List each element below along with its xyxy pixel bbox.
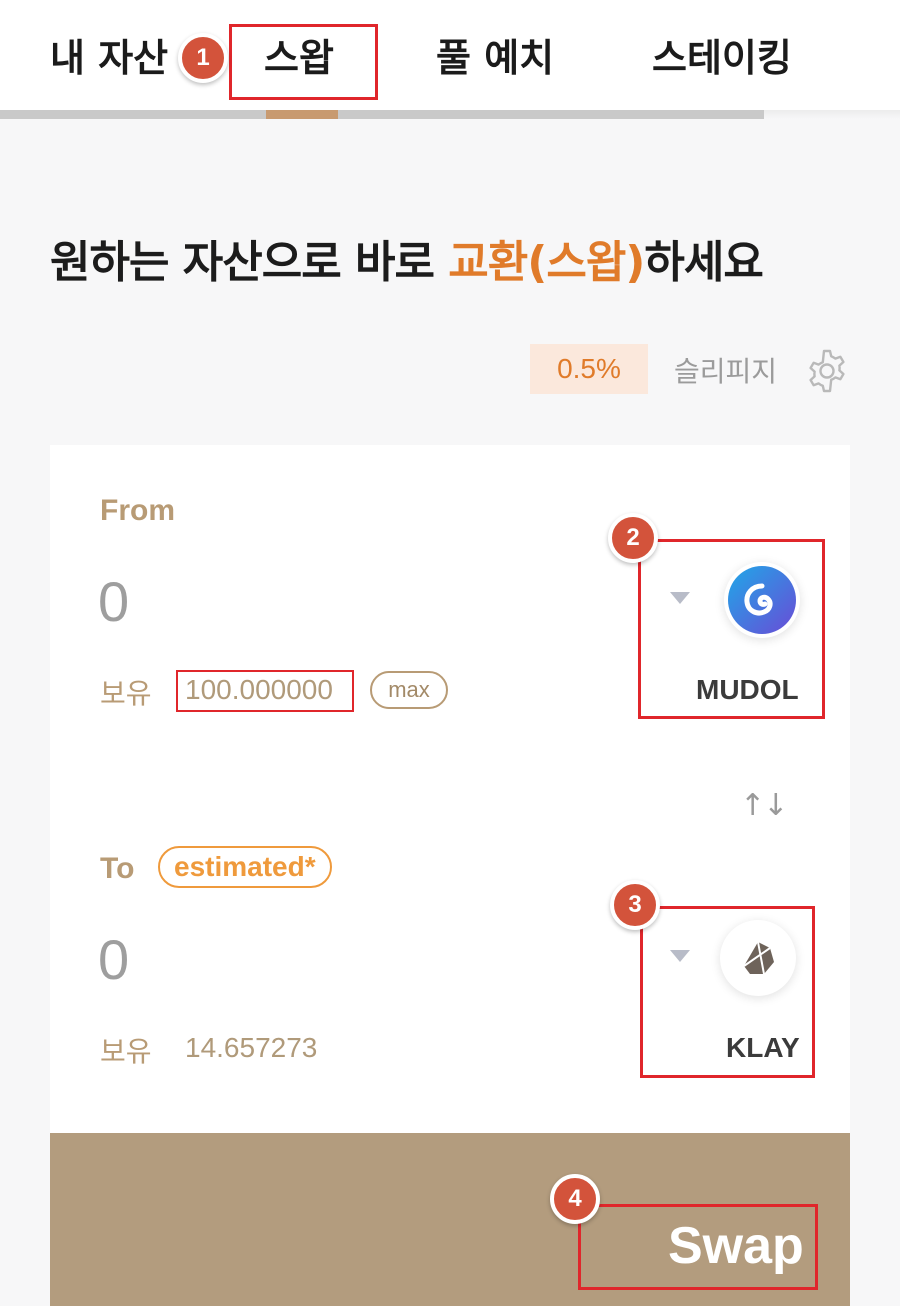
annotation-badge-2: 2	[608, 513, 658, 563]
swap-button-label: Swap	[668, 1217, 804, 1275]
tab-pool-deposit[interactable]: 풀 예치	[436, 30, 554, 86]
top-nav: 내 자산 스왑 풀 예치 스테이킹	[0, 0, 900, 110]
tab-swap[interactable]: 스왑	[264, 30, 334, 86]
from-token-selector[interactable]: MUDOL	[640, 540, 824, 718]
to-token-selector[interactable]: KLAY	[642, 908, 814, 1078]
annotation-badge-3: 3	[610, 880, 660, 930]
from-label: From	[100, 494, 175, 527]
tab-track	[0, 110, 764, 119]
from-token-symbol: MUDOL	[696, 674, 799, 705]
tab-staking[interactable]: 스테이킹	[652, 30, 792, 86]
page-title: 원하는 자산으로 바로 교환(스왑)하세요	[50, 226, 764, 290]
slippage-label: 슬리피지	[674, 355, 778, 388]
switch-direction-icon[interactable]: ↑↓	[740, 788, 788, 823]
mudol-token-icon	[724, 562, 800, 638]
page-title-prefix: 원하는 자산으로 바로	[50, 237, 449, 288]
to-holding-value: 14.657273	[185, 1032, 318, 1063]
chevron-down-icon	[670, 592, 690, 604]
chevron-down-icon	[670, 950, 690, 962]
to-token-symbol: KLAY	[726, 1032, 800, 1063]
from-holding-label: 보유	[100, 677, 152, 710]
klay-token-icon	[720, 920, 796, 996]
max-button[interactable]: max	[370, 671, 448, 709]
from-amount-input[interactable]	[98, 566, 398, 636]
estimated-badge: estimated*	[158, 846, 332, 888]
active-tab-indicator	[266, 110, 338, 119]
from-holding-value: 100.000000	[185, 674, 333, 705]
annotation-badge-1: 1	[178, 33, 228, 83]
page-title-suffix: 하세요	[644, 237, 763, 288]
to-amount-input[interactable]	[98, 924, 398, 994]
page-title-highlight: 교환(스왑)	[448, 237, 645, 288]
slippage-value[interactable]: 0.5%	[530, 344, 648, 394]
tab-my-assets[interactable]: 내 자산	[50, 30, 168, 86]
annotation-badge-4: 4	[550, 1174, 600, 1224]
to-label: To	[100, 852, 135, 885]
nav-divider	[764, 110, 900, 119]
gear-icon[interactable]	[804, 348, 850, 394]
to-holding-label: 보유	[100, 1035, 152, 1068]
